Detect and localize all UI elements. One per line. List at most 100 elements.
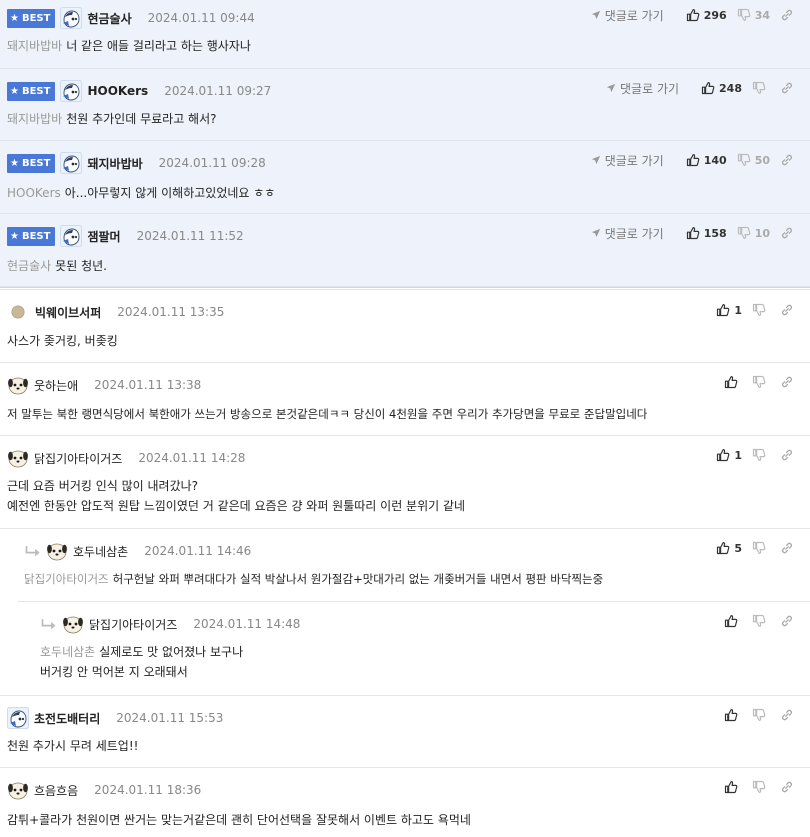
mention[interactable]: 돼지바밥바 [7,39,62,53]
upvote-button[interactable]: 1 [716,303,742,317]
upvote-button[interactable] [724,614,742,628]
comment-body: 천원 추가시 무려 세트업!! [7,736,138,756]
downvote-button[interactable]: 34 [737,8,770,22]
avatar[interactable] [7,374,29,396]
downvote-button[interactable] [752,708,770,722]
link-button[interactable] [780,153,798,167]
downvote-button[interactable] [752,448,770,462]
author-nick[interactable]: 닭집기아타이거즈 [89,616,177,633]
upvote-button[interactable]: 158 [686,226,727,240]
downvote-button[interactable] [752,614,770,628]
best-badge: ★ BEST [7,81,56,101]
thumbs-down-icon [752,708,766,722]
link-button[interactable] [780,226,798,240]
thumbs-down-icon [752,375,766,389]
thumbs-down-icon [752,303,766,317]
author-nick[interactable]: 흐음흐음 [34,782,78,799]
author-nick[interactable]: 웃하는애 [34,377,78,394]
comment-actions [714,612,798,630]
downvote-button[interactable]: 10 [737,226,770,240]
send-icon [606,83,616,93]
link-button[interactable] [780,780,798,794]
comment-header: 닭집기아타이거즈 2024.01.11 14:48 [40,614,300,634]
author-nick[interactable]: 빅웨이브서퍼 [35,304,101,321]
thumbs-up-icon [724,780,738,794]
link-icon [780,541,794,555]
upvote-button[interactable] [724,708,742,722]
author-nick[interactable]: 현금술사 [87,10,131,27]
comment-text: 못된 청년. [55,259,107,273]
link-button[interactable] [780,375,798,389]
avatar[interactable] [60,80,82,102]
link-button[interactable] [780,448,798,462]
avatar[interactable] [60,225,82,247]
link-icon [780,614,794,628]
comment-date: 2024.01.11 09:44 [147,11,255,25]
send-icon [591,155,601,165]
mention[interactable]: HOOKers [7,186,61,200]
downvote-button[interactable] [752,375,770,389]
upvote-button[interactable]: 1 [716,448,742,462]
mention[interactable]: 호두네삼촌 [40,645,95,659]
author-nick[interactable]: 돼지바밥바 [87,155,142,172]
upvote-button[interactable]: 140 [686,153,727,167]
author-nick[interactable]: HOOKers [87,84,148,98]
comment-body: 호두네삼촌 실제로도 맛 없어졌나 보구나 버거킹 안 먹어본 지 오래돼서 [40,642,243,682]
link-button[interactable] [780,541,798,555]
go-to-reply-link[interactable]: 댓글로 가기 [591,152,664,169]
avatar[interactable] [60,152,82,174]
comment-date: 2024.01.11 14:48 [193,617,301,631]
comment-header: 닭집기아타이거즈 2024.01.11 14:28 [7,448,245,468]
avatar[interactable] [60,7,82,29]
link-button[interactable] [780,8,798,22]
author-nick[interactable]: 초전도배터리 [34,710,100,727]
downvote-button[interactable] [752,780,770,794]
best-section-divider [0,287,810,290]
link-button[interactable] [780,303,798,317]
link-icon [780,81,794,95]
best-label: BEST [21,85,51,97]
avatar[interactable] [7,707,29,729]
go-to-reply-link[interactable]: 댓글로 가기 [591,225,664,242]
comment-header: ★ BEST 잼팔머 2024.01.11 11:52 [7,226,244,246]
link-button[interactable] [780,708,798,722]
comment-body: 닭집기아타이거즈 허구헌날 와퍼 뿌려대다가 실적 박살나서 원가절감+맛대가리 … [24,569,603,589]
upvote-button[interactable]: 248 [701,81,742,95]
comment-text: 사스가 좆거킹, 버좆킹 [7,334,118,348]
downvote-button[interactable]: 50 [737,153,770,167]
link-icon [780,780,794,794]
upvote-button[interactable] [724,375,742,389]
go-to-reply-link[interactable]: 댓글로 가기 [591,7,664,24]
downvote-button[interactable] [752,541,770,555]
link-button[interactable] [780,81,798,95]
avatar[interactable] [9,303,27,321]
upvote-button[interactable]: 296 [686,8,727,22]
downvote-button[interactable] [752,303,770,317]
mention[interactable]: 닭집기아타이거즈 [24,572,109,586]
avatar[interactable] [7,779,29,801]
comment-text: 천원 추가시 무려 세트업!! [7,739,139,753]
comment-header: ★ BEST HOOKers 2024.01.11 09:27 [7,81,271,101]
go-to-reply-link[interactable]: 댓글로 가기 [606,80,679,97]
author-nick[interactable]: 잼팔머 [87,228,120,245]
author-nick[interactable]: 호두네삼촌 [73,543,128,560]
avatar[interactable] [46,540,68,562]
upvote-button[interactable]: 5 [716,541,742,555]
comment-actions: 5 [706,539,798,557]
best-label: BEST [21,230,51,242]
downvote-button[interactable] [752,81,770,95]
author-nick[interactable]: 닭집기아타이거즈 [34,450,122,467]
avatar[interactable] [7,447,29,469]
link-button[interactable] [780,614,798,628]
reply-comment: 호두네삼촌 2024.01.11 14:46 5 닭집기아타이거즈 허구헌날 와퍼… [0,529,810,602]
mention[interactable]: 현금술사 [7,259,51,273]
reply-link-label: 댓글로 가기 [604,226,664,241]
comment-header: 초전도배터리 2024.01.11 15:53 [7,708,223,728]
mention[interactable]: 돼지바밥바 [7,112,62,126]
thumbs-up-icon [716,541,730,555]
comment-header: 웃하는애 2024.01.11 13:38 [7,375,201,395]
avatar[interactable] [62,613,84,635]
upvote-button[interactable] [724,780,742,794]
comment-actions [714,706,798,724]
upvote-count: 1 [734,448,742,462]
